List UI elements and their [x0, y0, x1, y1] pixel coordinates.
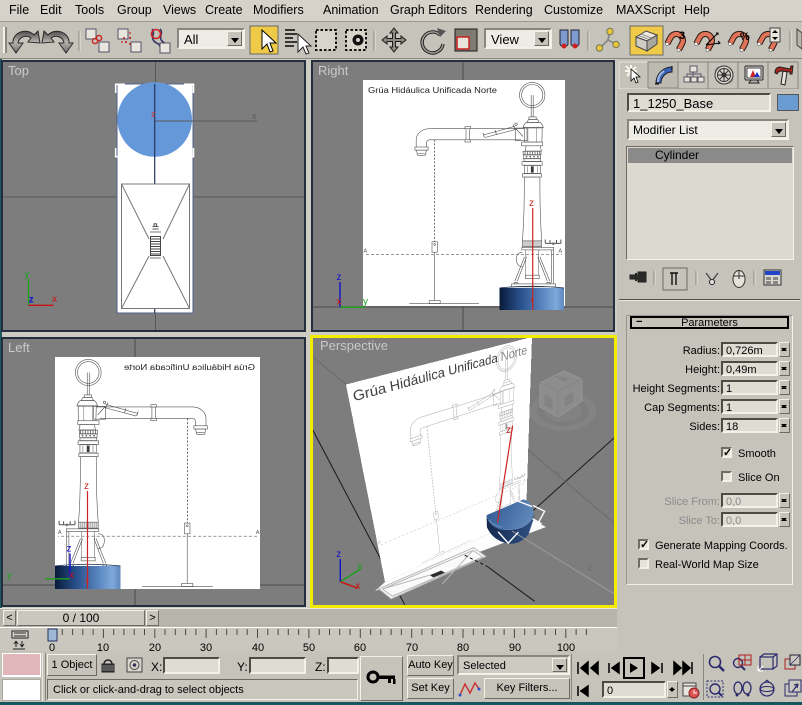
svg-text:%: % [740, 31, 750, 43]
svg-text:z: z [151, 109, 156, 119]
svg-text:z: z [336, 549, 341, 560]
svg-text:x: x [85, 576, 89, 585]
svg-text:x: x [355, 581, 360, 592]
svg-text:x: x [252, 111, 257, 121]
svg-text:z: z [84, 481, 89, 492]
svg-text:3: 3 [679, 30, 685, 42]
svg-text:y: y [7, 570, 12, 581]
svg-text:z: z [29, 295, 34, 306]
svg-text:x: x [52, 294, 57, 305]
svg-text:x: x [337, 297, 342, 308]
svg-text:y: y [358, 561, 363, 572]
svg-text:y: y [363, 297, 368, 308]
svg-text:Grúa Hidáulica Unificada Norte: Grúa Hidáulica Unificada Norte [123, 363, 255, 372]
svg-text:z: z [337, 272, 342, 283]
svg-text:z: z [529, 198, 534, 209]
svg-text:Grúa Hidáulica Unificada Norte: Grúa Hidáulica Unificada Norte [368, 86, 498, 95]
svg-text:x: x [69, 570, 74, 581]
svg-text:z: z [506, 425, 511, 436]
svg-text:x: x [530, 295, 534, 304]
svg-text:z: z [67, 544, 72, 555]
svg-text:y: y [25, 270, 30, 281]
